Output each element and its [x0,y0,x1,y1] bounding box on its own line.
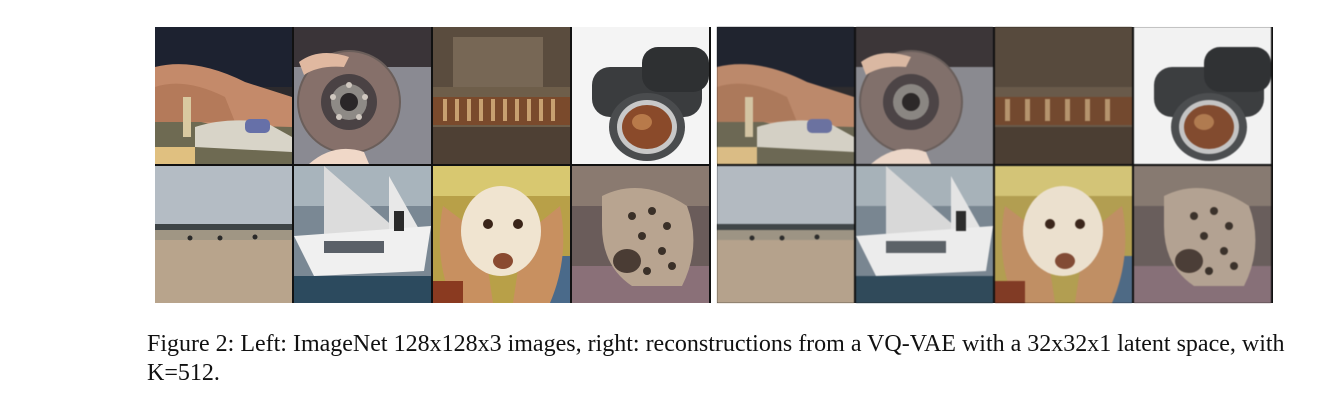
image-hand-sewing [155,27,292,164]
recon-spaniel [995,166,1132,303]
image-brake-disc [294,27,431,164]
recon-hand-sewing [717,27,854,164]
original-images-grid [155,27,711,303]
image-sailboat [294,166,431,303]
figure-caption: Figure 2: Left: ImageNet 128x128x3 image… [147,331,1285,386]
image-beach [155,166,292,303]
recon-brake-disc [856,27,993,164]
image-hyena [572,166,709,303]
reconstruction-images-grid [717,27,1273,303]
recon-binoculars [1134,27,1271,164]
recon-hyena [1134,166,1271,303]
image-binoculars [572,27,709,164]
image-shelf-scene [433,27,570,164]
recon-shelf-scene [995,27,1132,164]
recon-sailboat [856,166,993,303]
recon-beach [717,166,854,303]
image-spaniel [433,166,570,303]
